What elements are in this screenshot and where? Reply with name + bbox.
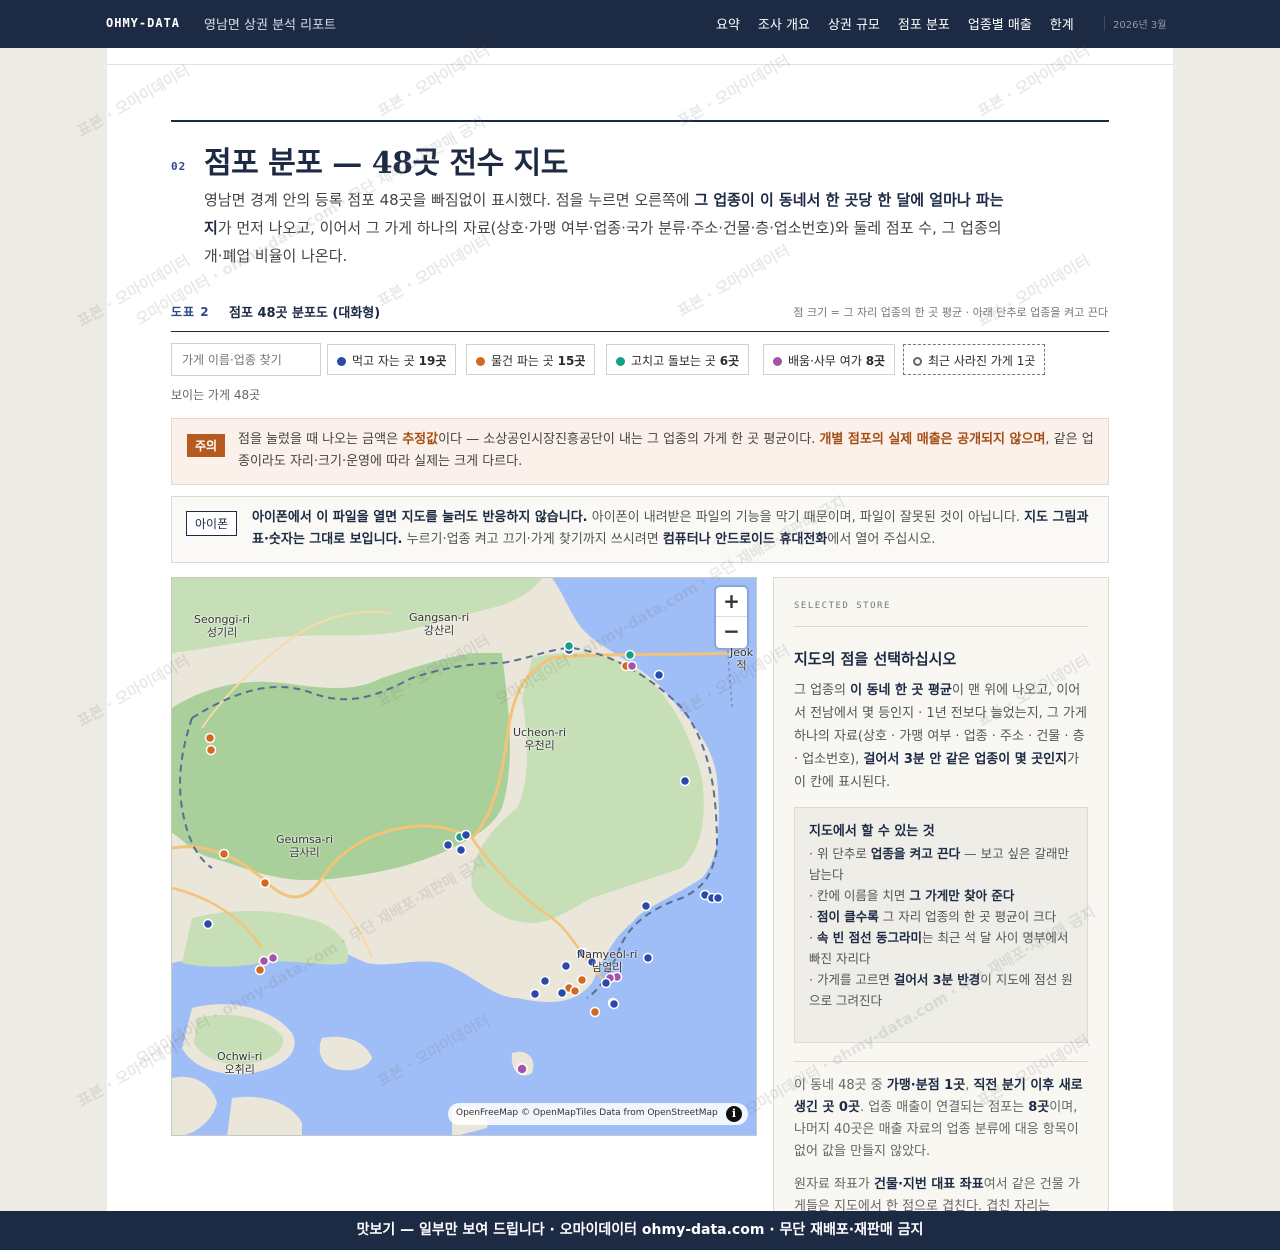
filter-service-button[interactable]: 고치고 돌보는 곳 6곳 (606, 344, 750, 375)
preview-footer-banner: 맛보기 — 일부만 보여 드립니다 · 오마이데이터 ohmy-data.com… (0, 1211, 1280, 1250)
store-search-input[interactable] (171, 343, 321, 376)
store-marker-food (642, 952, 654, 964)
store-marker-education (258, 955, 270, 967)
howto-item: · 칸에 이름을 치면 그 가게만 찾아 준다 (809, 888, 1015, 903)
map-howto-box: 지도에서 할 수 있는 것 · 위 단추로 업종을 켜고 끈다 — 보고 싶은 … (794, 807, 1088, 1043)
place-label-jeok: Jeok 적 (730, 646, 754, 672)
howto-item: · 점이 클수록 그 자리 업종의 한 곳 평균이 크다 (809, 909, 1057, 924)
top-nav: OHMY-DATA 영남면 상권 분석 리포트 요약 조사 개요 상권 규모 점… (0, 0, 1280, 48)
visible-count: 보이는 가게 48곳 (171, 388, 261, 402)
education-dot-icon (773, 357, 782, 366)
nav-link-limits[interactable]: 한계 (1050, 14, 1074, 33)
iphone-notice: 아이폰 아이폰에서 이 파일을 열면 지도를 눌러도 반응하지 않습니다. 아이… (171, 496, 1109, 563)
section-title: 점포 분포 — 48곳 전수 지도 (204, 146, 568, 181)
section-lede: 영남면 경계 안의 등록 점포 48곳을 빠짐없이 표시했다. 점을 누르면 오… (204, 191, 1004, 265)
store-marker-retail (254, 964, 266, 976)
zoom-control: + − (716, 587, 747, 648)
map-attribution[interactable]: OpenFreeMap © OpenMapTiles Data from Ope… (448, 1103, 748, 1125)
selected-store-panel: SELECTED STORE 지도의 점을 선택하십시오 그 업종의 이 동네 … (773, 577, 1109, 1217)
store-marker-food (608, 998, 620, 1010)
store-marker-food (600, 977, 612, 989)
island (172, 1076, 217, 1135)
report-date: 2026년 3월 (1104, 16, 1166, 31)
warning-tag: 주의 (187, 434, 226, 457)
panel-description: 그 업종의 이 동네 한 곳 평균이 맨 위에 나오고, 이어서 전남에서 몇 … (794, 683, 1087, 790)
store-marker-food (202, 918, 214, 930)
nav-link-store-distribution[interactable]: 점포 분포 (898, 14, 950, 33)
closed-ring-icon (913, 357, 922, 366)
store-marker-retail (205, 744, 217, 756)
store-marker-service (563, 640, 575, 652)
nav-links: 요약 조사 개요 상권 규모 점포 분포 업종별 매출 한계 (716, 14, 1092, 33)
store-marker-service (624, 649, 636, 661)
retail-dot-icon (476, 357, 485, 366)
divider (794, 626, 1088, 627)
store-marker-retail (218, 848, 230, 860)
store-marker-education (626, 660, 638, 672)
panel-kicker: SELECTED STORE (794, 601, 891, 611)
info-icon[interactable]: i (726, 1106, 742, 1122)
store-marker-food (455, 844, 467, 856)
store-marker-food (460, 829, 472, 841)
store-marker-food (560, 960, 572, 972)
filter-education-button[interactable]: 배움·사무 여가 8곳 (763, 344, 896, 375)
store-map[interactable]: Seonggi-ri 성기리 Gangsan-ri 강산리 Jeok 적 Ucheon… (171, 577, 757, 1136)
food-dot-icon (337, 357, 346, 366)
warning-text: 점을 눌렀을 때 나오는 금액은 추정값이다 — 소상공인시장진흥공단이 내는 … (238, 432, 1094, 469)
place-label-ucheon: Ucheon-ri 우천리 (513, 726, 567, 752)
store-marker-food (539, 975, 551, 987)
store-marker-food (640, 900, 652, 912)
store-marker-retail (569, 985, 581, 997)
place-label-ochwi: Ochwi-ri 오취리 (217, 1050, 263, 1076)
howto-item: · 위 단추로 업종을 켜고 끈다 — 보고 싶은 갈래만 남는다 (809, 846, 1070, 882)
figure-note: 점 크기 = 그 자리 업종의 한 곳 평균 · 아래 단추로 업종을 켜고 끈… (793, 306, 1108, 319)
place-label-gangsan: Gangsan-ri 강산리 (409, 611, 470, 637)
howto-title: 지도에서 할 수 있는 것 (809, 824, 935, 839)
service-dot-icon (616, 357, 625, 366)
store-marker-retail (204, 732, 216, 744)
panel-stats: 이 동네 48곳 중 가맹·분점 1곳, 직전 분기 이후 새로 생긴 곳 0곳… (794, 1078, 1083, 1159)
divider (794, 1061, 1088, 1062)
nav-link-sales-by-category[interactable]: 업종별 매출 (968, 14, 1032, 33)
section-number: 02 (171, 160, 187, 173)
store-marker-food (556, 987, 568, 999)
zoom-in-button[interactable]: + (716, 587, 747, 617)
place-label-namyeol: Namyeol-ri 남열리 (577, 948, 638, 974)
place-label-geumsa: Geumsa-ri 금사리 (276, 833, 333, 859)
zoom-out-button[interactable]: − (716, 617, 747, 647)
filter-closed-button[interactable]: 최근 사라진 가게 1곳 (903, 344, 1046, 375)
store-marker-education (267, 952, 279, 964)
brand-logo[interactable]: OHMY-DATA (106, 16, 180, 30)
store-marker-retail (589, 1006, 601, 1018)
nav-link-summary[interactable]: 요약 (716, 14, 740, 33)
store-marker-food (529, 988, 541, 1000)
howto-item: · 속 빈 점선 동그라미는 최근 석 달 사이 명부에서 빠진 자리다 (809, 930, 1069, 966)
store-marker-food (679, 775, 691, 787)
figure-label: 도표 2 (171, 305, 210, 319)
island (227, 1096, 302, 1135)
figure-rule (171, 331, 1109, 332)
filter-food-button[interactable]: 먹고 자는 곳 19곳 (327, 344, 457, 375)
section-rule (171, 120, 1109, 122)
island (319, 1036, 372, 1071)
divider (107, 64, 1173, 65)
store-marker-retail (576, 974, 588, 986)
store-marker-retail (259, 877, 271, 889)
nav-link-market-size[interactable]: 상권 규모 (828, 14, 880, 33)
howto-item: · 가게를 고르면 걸어서 3분 반경이 지도에 점선 원으로 그려진다 (809, 972, 1073, 1008)
panel-title: 지도의 점을 선택하십시오 (794, 650, 957, 668)
report-title: 영남면 상권 분석 리포트 (204, 18, 336, 33)
store-marker-food (712, 892, 724, 904)
nav-link-overview[interactable]: 조사 개요 (758, 14, 810, 33)
figure-title: 점포 48곳 분포도 (대화형) (229, 306, 381, 321)
filter-retail-button[interactable]: 물건 파는 곳 15곳 (466, 344, 596, 375)
iphone-text: 아이폰에서 이 파일을 열면 지도를 눌러도 반응하지 않습니다. 아이폰이 내… (252, 510, 1089, 547)
store-marker-education (516, 1063, 528, 1075)
iphone-tag: 아이폰 (186, 511, 238, 536)
store-marker-food (653, 669, 665, 681)
place-label-seonggi: Seonggi-ri 성기리 (194, 613, 251, 639)
store-marker-food (442, 839, 454, 851)
estimate-warning: 주의 점을 눌렀을 때 나오는 금액은 추정값이다 — 소상공인시장진흥공단이 … (171, 418, 1109, 485)
